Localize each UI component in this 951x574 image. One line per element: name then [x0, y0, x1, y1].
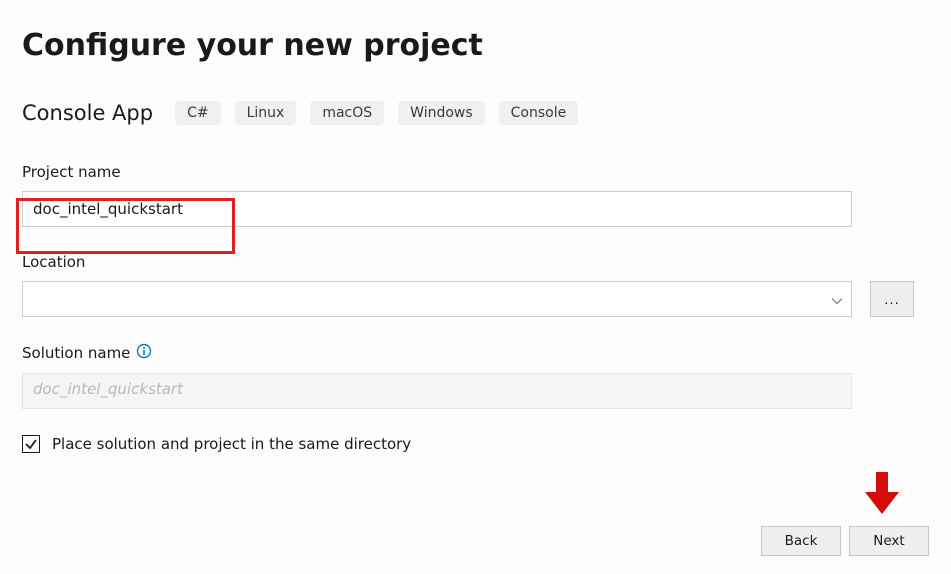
location-input[interactable]	[22, 281, 852, 317]
info-icon[interactable]	[136, 343, 152, 363]
tag-linux: Linux	[235, 101, 297, 125]
footer-buttons: Back Next	[761, 526, 929, 556]
solution-name-label-row: Solution name	[22, 343, 929, 363]
solution-name-group: Solution name doc_intel_quickstart	[22, 343, 929, 409]
tag-windows: Windows	[398, 101, 485, 125]
solution-name-label: Solution name	[22, 344, 130, 362]
project-name-label: Project name	[22, 163, 929, 181]
project-name-input[interactable]	[22, 191, 852, 227]
check-icon	[24, 437, 38, 451]
same-directory-row: Place solution and project in the same d…	[22, 435, 929, 453]
browse-button[interactable]: ...	[870, 281, 914, 317]
tag-console: Console	[499, 101, 579, 125]
tag-csharp: C#	[175, 101, 221, 125]
tag-macos: macOS	[310, 101, 384, 125]
annotation-arrow-icon	[865, 472, 899, 518]
location-label: Location	[22, 253, 929, 271]
back-button[interactable]: Back	[761, 526, 841, 556]
solution-name-input: doc_intel_quickstart	[22, 373, 852, 409]
template-row: Console App C# Linux macOS Windows Conso…	[22, 101, 929, 125]
same-directory-checkbox[interactable]	[22, 435, 40, 453]
location-combo[interactable]	[22, 281, 852, 317]
page-title: Configure your new project	[22, 28, 929, 63]
template-name: Console App	[22, 101, 153, 125]
next-button[interactable]: Next	[849, 526, 929, 556]
project-name-group: Project name	[22, 163, 929, 227]
location-group: Location ...	[22, 253, 929, 317]
same-directory-label: Place solution and project in the same d…	[52, 435, 411, 453]
